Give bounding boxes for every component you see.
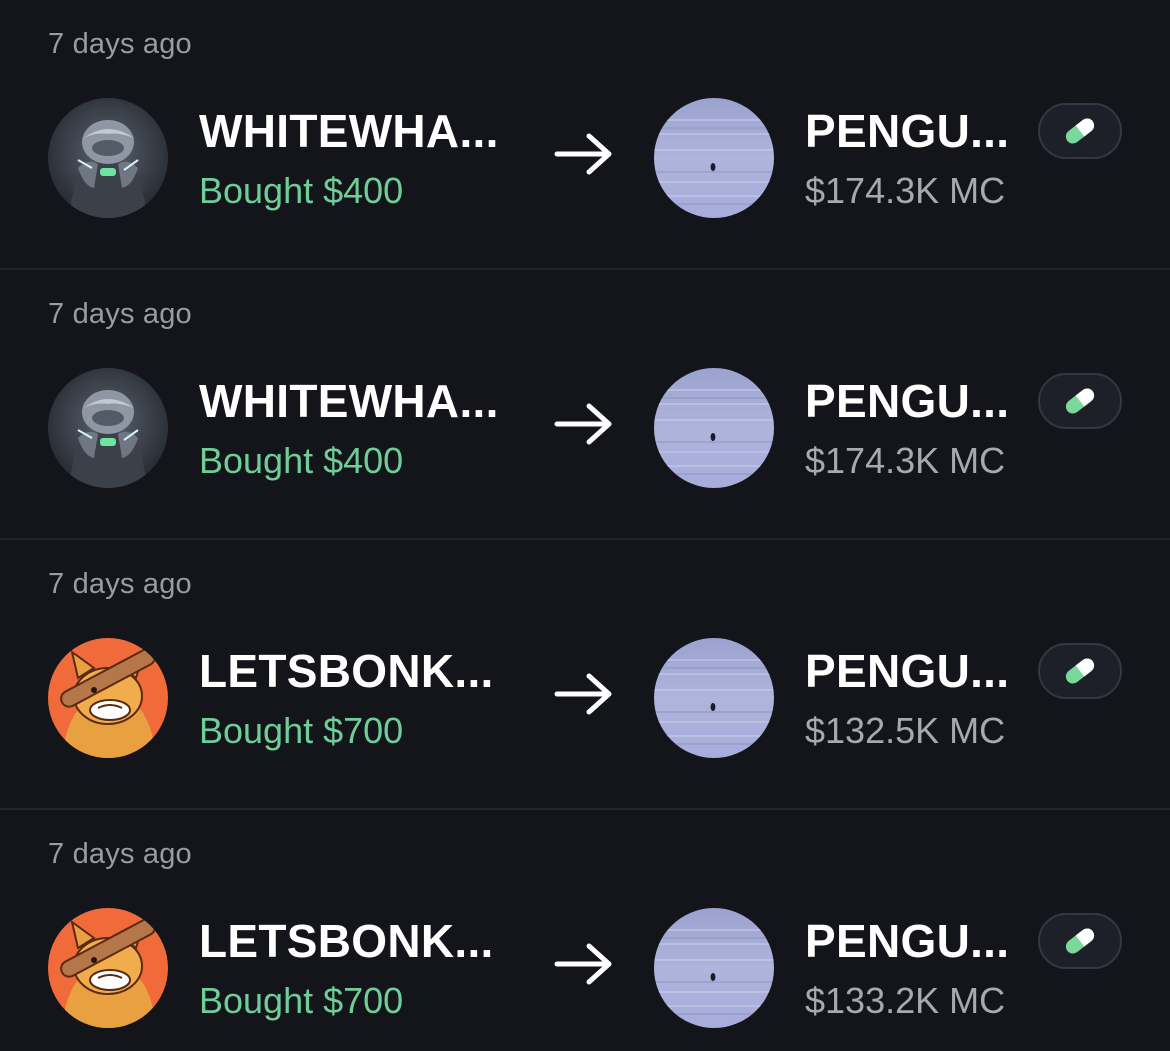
pill-button[interactable]: [1038, 913, 1122, 969]
market-cap: $133.2K MC: [805, 980, 1006, 1021]
pill-icon: [1065, 388, 1095, 414]
arrow-right-icon: [554, 673, 612, 715]
trade-row[interactable]: 7 days ago LETSBONK... Bought $700 PENGU…: [0, 540, 1170, 810]
pill-icon: [1065, 658, 1095, 684]
bonk-dog-avatar-icon[interactable]: [48, 638, 168, 758]
trade-time: 7 days ago: [48, 28, 192, 60]
snowfield-penguin-token-icon[interactable]: [654, 908, 774, 1028]
market-cap: $132.5K MC: [805, 710, 1006, 751]
trade-row[interactable]: 7 days ago LETSBONK... Bought $700 PENGU…: [0, 810, 1170, 1051]
arrow-right-icon: [554, 133, 612, 175]
trade-action: Bought $700: [199, 980, 404, 1021]
trader-name[interactable]: LETSBONK...: [199, 914, 494, 968]
trader-name[interactable]: LETSBONK...: [199, 644, 494, 698]
pill-icon: [1065, 928, 1095, 954]
snowfield-penguin-token-icon[interactable]: [654, 98, 774, 218]
trader-name[interactable]: WHITEWHA...: [199, 104, 499, 158]
snowfield-penguin-token-icon[interactable]: [654, 638, 774, 758]
token-name[interactable]: PENGU...: [805, 644, 1009, 698]
trade-time: 7 days ago: [48, 568, 192, 600]
armored-whale-avatar-icon[interactable]: [48, 98, 168, 218]
pill-button[interactable]: [1038, 103, 1122, 159]
arrow-right-icon: [554, 943, 612, 985]
trade-action: Bought $400: [199, 170, 404, 211]
market-cap: $174.3K MC: [805, 440, 1006, 481]
armored-whale-avatar-icon[interactable]: [48, 368, 168, 488]
arrow-right-icon: [554, 403, 612, 445]
trade-time: 7 days ago: [48, 298, 192, 330]
trade-feed: 7 days ago WHITEWHA... Bought $400 PENGU…: [0, 0, 1170, 1051]
bonk-dog-avatar-icon[interactable]: [48, 908, 168, 1028]
pill-button[interactable]: [1038, 373, 1122, 429]
trade-row[interactable]: 7 days ago WHITEWHA... Bought $400 PENGU…: [0, 270, 1170, 540]
token-name[interactable]: PENGU...: [805, 914, 1009, 968]
pill-button[interactable]: [1038, 643, 1122, 699]
trade-action: Bought $400: [199, 440, 404, 481]
trade-row[interactable]: 7 days ago WHITEWHA... Bought $400 PENGU…: [0, 0, 1170, 270]
token-name[interactable]: PENGU...: [805, 104, 1009, 158]
pill-icon: [1065, 118, 1095, 144]
market-cap: $174.3K MC: [805, 170, 1006, 211]
snowfield-penguin-token-icon[interactable]: [654, 368, 774, 488]
trade-time: 7 days ago: [48, 838, 192, 870]
trade-action: Bought $700: [199, 710, 404, 751]
token-name[interactable]: PENGU...: [805, 374, 1009, 428]
trader-name[interactable]: WHITEWHA...: [199, 374, 499, 428]
